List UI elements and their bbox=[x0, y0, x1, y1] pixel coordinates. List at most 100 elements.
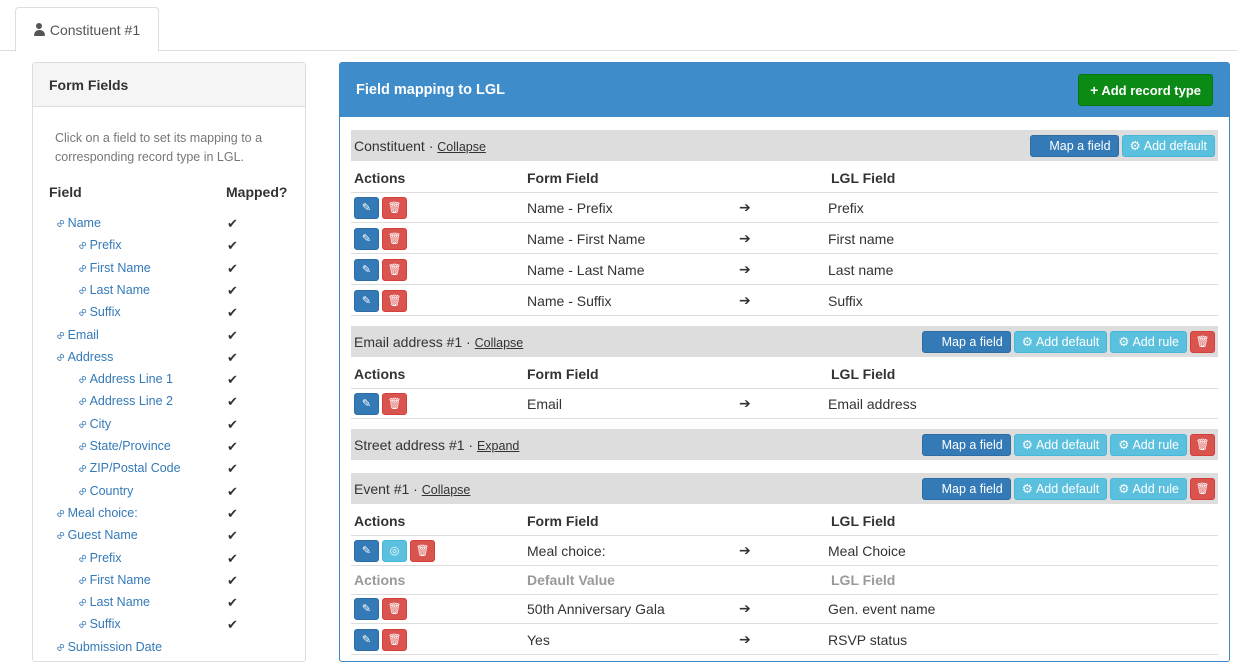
section-street-expand-link[interactable]: Expand bbox=[477, 439, 519, 453]
form-field-label: Prefix bbox=[89, 550, 122, 565]
form-field-link[interactable]: ∞ State/Province bbox=[74, 438, 171, 454]
form-field-link[interactable]: ∞ Suffix bbox=[74, 304, 121, 320]
lgl-field-value: Suffix bbox=[828, 292, 863, 309]
edit-mapping-button[interactable]: ✎ bbox=[354, 597, 379, 620]
form-field-link[interactable]: ∞ First Name bbox=[74, 572, 150, 588]
form-field-link[interactable]: ∞ First Name bbox=[74, 260, 150, 276]
form-field-row[interactable]: ∞ Last Name ✔ bbox=[33, 280, 307, 302]
edit-mapping-button[interactable]: ✎ bbox=[354, 539, 379, 562]
delete-mapping-button[interactable]: 🗑 bbox=[382, 392, 407, 415]
form-field-label: ZIP/Postal Code bbox=[89, 461, 181, 476]
edit-mapping-button[interactable]: ✎ bbox=[354, 392, 379, 415]
add-default-button[interactable]: ⚙ Add default bbox=[1013, 433, 1108, 456]
form-field-row[interactable]: ∞ Suffix ✔ bbox=[33, 302, 307, 324]
map-field-button[interactable]: ∞ Map a field bbox=[922, 433, 1011, 456]
section-email-collapse-link[interactable]: Collapse bbox=[475, 336, 524, 350]
form-field-row[interactable]: ∞ First Name ✔ bbox=[33, 570, 307, 592]
form-field-link[interactable]: ∞ Suffix bbox=[74, 616, 120, 632]
link-icon: ∞ bbox=[74, 259, 91, 276]
row-actions: ✎ 🗑 bbox=[354, 285, 407, 316]
delete-mapping-button[interactable]: 🗑 bbox=[382, 196, 407, 219]
form-field-link[interactable]: ∞ Address Line 1 bbox=[74, 371, 173, 387]
form-field-row[interactable]: ∞ Prefix ✔ bbox=[33, 235, 307, 257]
form-field-row[interactable]: ∞ ZIP/Postal Code ✔ bbox=[33, 458, 307, 480]
edit-mapping-button[interactable]: ✎ bbox=[354, 628, 379, 651]
link-icon: ∞ bbox=[52, 326, 69, 343]
mapped-check-icon: ✔ bbox=[227, 505, 238, 521]
form-field-link[interactable]: ∞ Name bbox=[52, 215, 101, 231]
form-field-link[interactable]: ∞ Last Name bbox=[74, 282, 150, 298]
form-field-row[interactable]: ∞ Prefix ✔ bbox=[33, 548, 307, 570]
form-field-label: Email bbox=[67, 327, 99, 342]
form-field-link[interactable]: ∞ Guest Name bbox=[52, 527, 137, 543]
delete-mapping-button[interactable]: 🗑 bbox=[382, 289, 407, 312]
form-field-link[interactable]: ∞ Prefix bbox=[74, 550, 122, 566]
map-field-button[interactable]: ∞ Map a field bbox=[922, 477, 1011, 500]
form-field-link[interactable]: ∞ Address bbox=[52, 349, 113, 365]
section-constituent-collapse-link[interactable]: Collapse bbox=[437, 140, 486, 154]
add-default-button[interactable]: ⚙ Add default bbox=[1121, 134, 1215, 157]
add-rule-button[interactable]: ⚙ Add rule bbox=[1110, 433, 1187, 456]
form-field-value: Email bbox=[527, 395, 563, 412]
form-field-link[interactable]: ∞ City bbox=[74, 416, 111, 432]
form-field-row[interactable]: ∞ First Name ✔ bbox=[33, 258, 307, 280]
form-field-value: Name - Prefix bbox=[527, 199, 613, 216]
col-lgl-field-header: LGL Field bbox=[831, 571, 896, 588]
form-field-row[interactable]: ∞ Address Line 1 ✔ bbox=[33, 369, 307, 391]
edit-mapping-button[interactable]: ✎ bbox=[354, 196, 379, 219]
map-field-button[interactable]: ∞ Map a field bbox=[922, 330, 1011, 353]
delete-mapping-button[interactable]: 🗑 bbox=[382, 597, 407, 620]
map-field-button[interactable]: ∞ Map a field bbox=[1029, 134, 1119, 157]
table-row: ✎ 🗑 Name - Suffix ➔ Suffix bbox=[351, 285, 1218, 316]
add-rule-button[interactable]: ⚙ Add rule bbox=[1110, 330, 1187, 353]
delete-mapping-button[interactable]: 🗑 bbox=[410, 539, 435, 562]
form-field-link[interactable]: ∞ Prefix bbox=[74, 237, 121, 253]
lgl-field-value: Email address bbox=[828, 395, 917, 412]
form-field-row[interactable]: ∞ Submission Date bbox=[33, 637, 307, 659]
form-field-link[interactable]: ∞ Last Name bbox=[74, 594, 150, 610]
delete-mapping-button[interactable]: 🗑 bbox=[382, 227, 407, 250]
link-icon: ∞ bbox=[74, 237, 91, 254]
delete-section-button[interactable]: 🗑 bbox=[1190, 433, 1215, 456]
add-rule-label: Add rule bbox=[1132, 334, 1179, 349]
form-field-row[interactable]: ∞ Name ✔ bbox=[33, 213, 307, 235]
form-field-link[interactable]: ∞ ZIP/Postal Code bbox=[74, 460, 181, 476]
link-icon: ∞ bbox=[74, 549, 91, 566]
form-field-label: Suffix bbox=[89, 305, 121, 320]
edit-mapping-button[interactable]: ✎ bbox=[354, 289, 379, 312]
form-field-link[interactable]: ∞ Meal choice: bbox=[52, 505, 137, 521]
tab-bar: Constituent #1 bbox=[0, 0, 1237, 52]
form-field-row[interactable]: ∞ City ✔ bbox=[33, 414, 307, 436]
add-rule-button[interactable]: ⚙ Add rule bbox=[1110, 477, 1187, 500]
arrow-right-icon: ➔ bbox=[739, 199, 751, 215]
delete-mapping-button[interactable]: 🗑 bbox=[382, 628, 407, 651]
add-record-type-button[interactable]: + Add record type bbox=[1078, 74, 1213, 106]
form-field-row[interactable]: ∞ Address Line 2 ✔ bbox=[33, 391, 307, 413]
form-field-row[interactable]: ∞ Suffix ✔ bbox=[33, 614, 307, 636]
rule-mapping-button[interactable]: ◎ bbox=[382, 539, 407, 562]
edit-mapping-button[interactable]: ✎ bbox=[354, 227, 379, 250]
link-icon: ∞ bbox=[52, 348, 69, 365]
form-field-link[interactable]: ∞ Country bbox=[74, 483, 133, 499]
delete-section-button[interactable]: 🗑 bbox=[1190, 477, 1215, 500]
form-field-link[interactable]: ∞ Email bbox=[52, 327, 99, 343]
form-field-row[interactable]: ∞ Last Name ✔ bbox=[33, 592, 307, 614]
add-default-button[interactable]: ⚙ Add default bbox=[1013, 477, 1108, 500]
trash-icon: 🗑 bbox=[387, 202, 402, 214]
section-event-collapse-link[interactable]: Collapse bbox=[422, 483, 471, 497]
form-field-row[interactable]: ∞ Email ✔ bbox=[33, 325, 307, 347]
form-field-row[interactable]: ∞ Country ✔ bbox=[33, 481, 307, 503]
form-field-value: Name - Last Name bbox=[527, 261, 645, 278]
delete-mapping-button[interactable]: 🗑 bbox=[382, 258, 407, 281]
link-icon: ∞ bbox=[52, 215, 69, 231]
table-row: ✎ 🗑 Name - Last Name ➔ Last name bbox=[351, 254, 1218, 285]
add-default-button[interactable]: ⚙ Add default bbox=[1013, 330, 1108, 353]
form-field-row[interactable]: ∞ Meal choice: ✔ bbox=[33, 503, 307, 525]
form-field-row[interactable]: ∞ State/Province ✔ bbox=[33, 436, 307, 458]
form-field-row[interactable]: ∞ Guest Name ✔ bbox=[33, 525, 307, 547]
edit-mapping-button[interactable]: ✎ bbox=[354, 258, 379, 281]
delete-section-button[interactable]: 🗑 bbox=[1190, 330, 1215, 353]
form-field-row[interactable]: ∞ Address ✔ bbox=[33, 347, 307, 369]
form-field-link[interactable]: ∞ Address Line 2 bbox=[74, 393, 173, 409]
tab-constituent-1[interactable]: Constituent #1 bbox=[15, 7, 159, 52]
